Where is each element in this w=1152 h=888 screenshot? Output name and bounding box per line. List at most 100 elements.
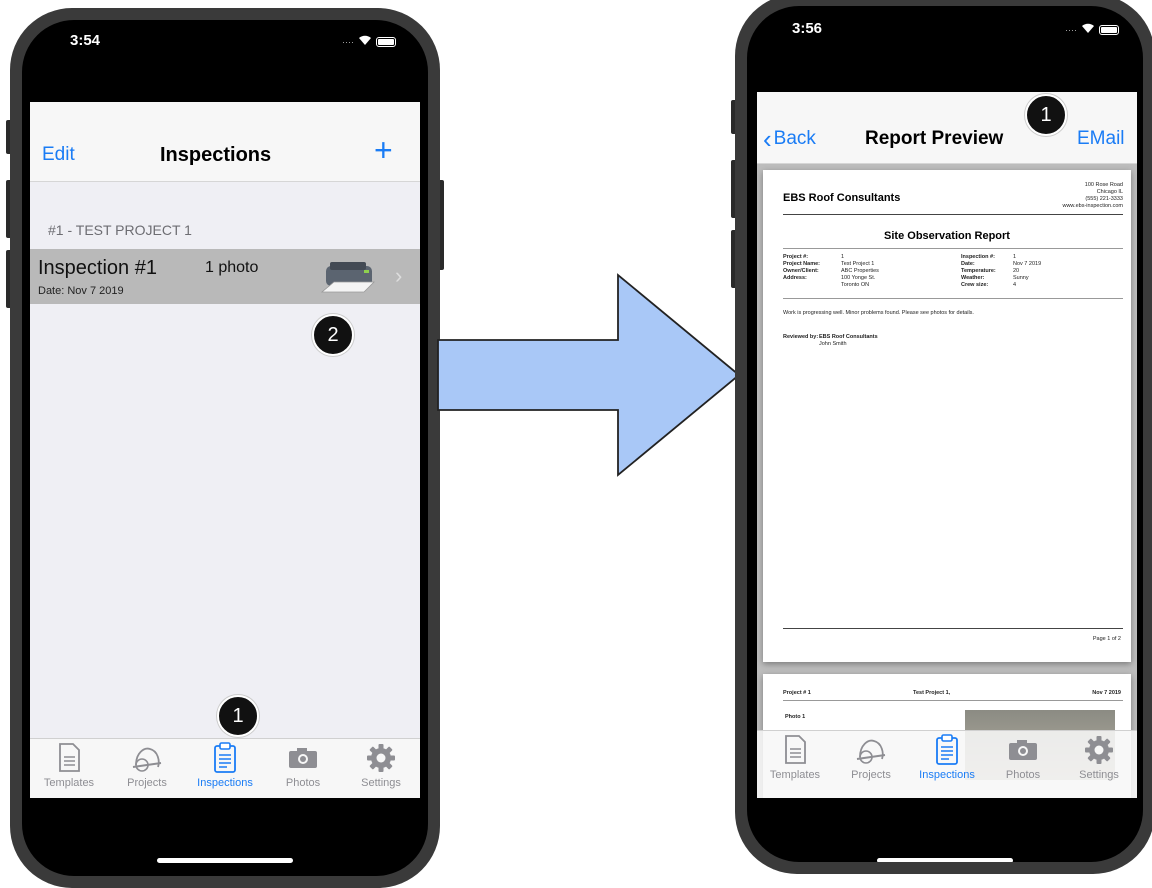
field-label: Crew size: [961,282,989,288]
home-indicator [877,858,1013,862]
field-value: 1 [841,254,845,260]
transition-arrow-icon [437,273,741,477]
page-title: Report Preview [865,128,1013,154]
tab-inspections[interactable]: Inspections [909,731,985,798]
page-title: Inspections [160,144,272,166]
tab-bar: Templates Projects Inspections Photos Se… [30,738,420,798]
tab-label: Templates [43,777,95,789]
tab-label: Settings [361,777,401,789]
tab-label: Photos [1005,769,1041,781]
field-value: Test Project 1 [841,261,875,267]
wifi-icon [358,34,372,49]
field-value: Sunny [1013,275,1029,281]
gear-icon [366,739,396,777]
chevron-left-icon: ‹ [763,124,772,154]
reviewed-company: EBS Roof Consultants [819,334,878,340]
reviewed-label: Reviewed by: [783,334,819,340]
address-line: 100 Rose Road [1084,182,1123,188]
page2-photo-label: Photo 1 [785,714,806,720]
report-notes: Work is progressing well. Minor problems… [783,310,974,316]
left-phone-screen: 3:54 ···· Edit Inspections + #1 - TEST P… [22,20,428,876]
tab-inspections[interactable]: Inspections [186,739,264,798]
tab-label: Photos [285,777,321,789]
wifi-icon [1081,22,1095,37]
signal-icon: ···· [1065,24,1077,35]
hardhat-icon [854,731,888,769]
email-button[interactable]: EMail [1077,128,1125,150]
company-address: 100 Rose Road Chicago IL (555) 221-3333 … [1062,182,1123,210]
callout-badge-2: 2 [312,314,354,356]
tab-settings[interactable]: Settings [342,739,420,798]
document-icon [783,731,807,769]
nav-bar: ‹ Back Report Preview EMail [757,92,1137,164]
back-button[interactable]: ‹ Back [763,124,816,154]
page-number: Page 1 of 2 [1092,636,1121,642]
page2-divider [783,700,1123,701]
field-value: 20 [1013,268,1020,274]
field-label: Project #: [783,254,809,260]
field-value: ABC Properties [841,268,879,274]
field-value: Toronto ON [841,282,870,288]
status-icons: ···· [1065,22,1119,37]
tab-label: Inspections [919,769,975,781]
fields-divider [783,298,1123,299]
gear-icon [1084,731,1114,769]
section-header: #1 - TEST PROJECT 1 [48,222,192,238]
address-line: www.ebs-inspection.com [1062,203,1123,209]
report-heading: Site Observation Report [884,230,1010,242]
battery-icon [376,36,396,47]
status-time: 3:54 [70,32,101,49]
tab-label: Settings [1079,769,1119,781]
header-divider [783,214,1123,215]
add-button[interactable]: + [374,132,393,169]
field-label: Owner/Client: [783,268,819,274]
page-title-text: Report Preview [865,128,1004,149]
reviewed-by: Reviewed by: EBS Roof Consultants John S… [783,334,878,348]
tab-settings[interactable]: Settings [1061,731,1137,798]
tab-projects[interactable]: Projects [108,739,186,798]
field-label: Inspection #: [961,254,995,260]
signal-icon: ···· [342,36,354,47]
tab-label: Projects [851,769,891,781]
left-phone: 3:54 ···· Edit Inspections + #1 - TEST P… [10,8,440,888]
status-icons: ···· [342,34,396,49]
footer-divider [783,628,1123,629]
callout-badge-1: 1 [217,695,259,737]
battery-icon [1099,24,1119,35]
field-label: Weather: [961,275,985,281]
address-line: Chicago IL [1096,189,1123,195]
tab-templates[interactable]: Templates [30,739,108,798]
tab-photos[interactable]: Photos [985,731,1061,798]
address-line: (555) 221-3333 [1085,196,1123,202]
tab-projects[interactable]: Projects [833,731,909,798]
inspection-row[interactable]: Inspection #1 1 photo Date: Nov 7 2019 › [30,249,420,304]
tab-label: Projects [127,777,167,789]
edit-button[interactable]: Edit [42,144,75,166]
photo-count: 1 photo [205,259,259,276]
field-label: Address: [783,275,807,281]
inspection-fields: Inspection #: 1 Date: Nov 7 2019 Temperatu… [961,254,1111,289]
back-label: Back [773,128,816,149]
camera-icon [1007,731,1039,769]
tab-templates[interactable]: Templates [757,731,833,798]
right-phone: 3:56 ···· ‹ Back Report Preview EMail 1 [735,0,1152,874]
inspections-screen: Edit Inspections + #1 - TEST PROJECT 1 I… [30,102,420,798]
notch [850,6,1040,38]
project-fields: Project #: 1 Project Name: Test Project 1 … [783,254,933,289]
printer-icon[interactable] [320,254,380,303]
inspection-date: Date: Nov 7 2019 [38,285,124,297]
field-label: Temperature: [961,268,996,274]
field-label: Date: [961,261,975,267]
tab-photos[interactable]: Photos [264,739,342,798]
home-indicator [157,858,293,863]
reviewed-name: John Smith [819,341,847,347]
document-icon [57,739,81,777]
field-label: Project Name: [783,261,820,267]
nav-bar: Edit Inspections + [30,102,420,182]
right-phone-screen: 3:56 ···· ‹ Back Report Preview EMail 1 [747,6,1143,862]
report-company: EBS Roof Consultants [783,192,901,204]
camera-icon [287,739,319,777]
tab-label: Inspections [197,777,253,789]
field-value: 4 [1013,282,1017,288]
heading-divider [783,248,1123,249]
